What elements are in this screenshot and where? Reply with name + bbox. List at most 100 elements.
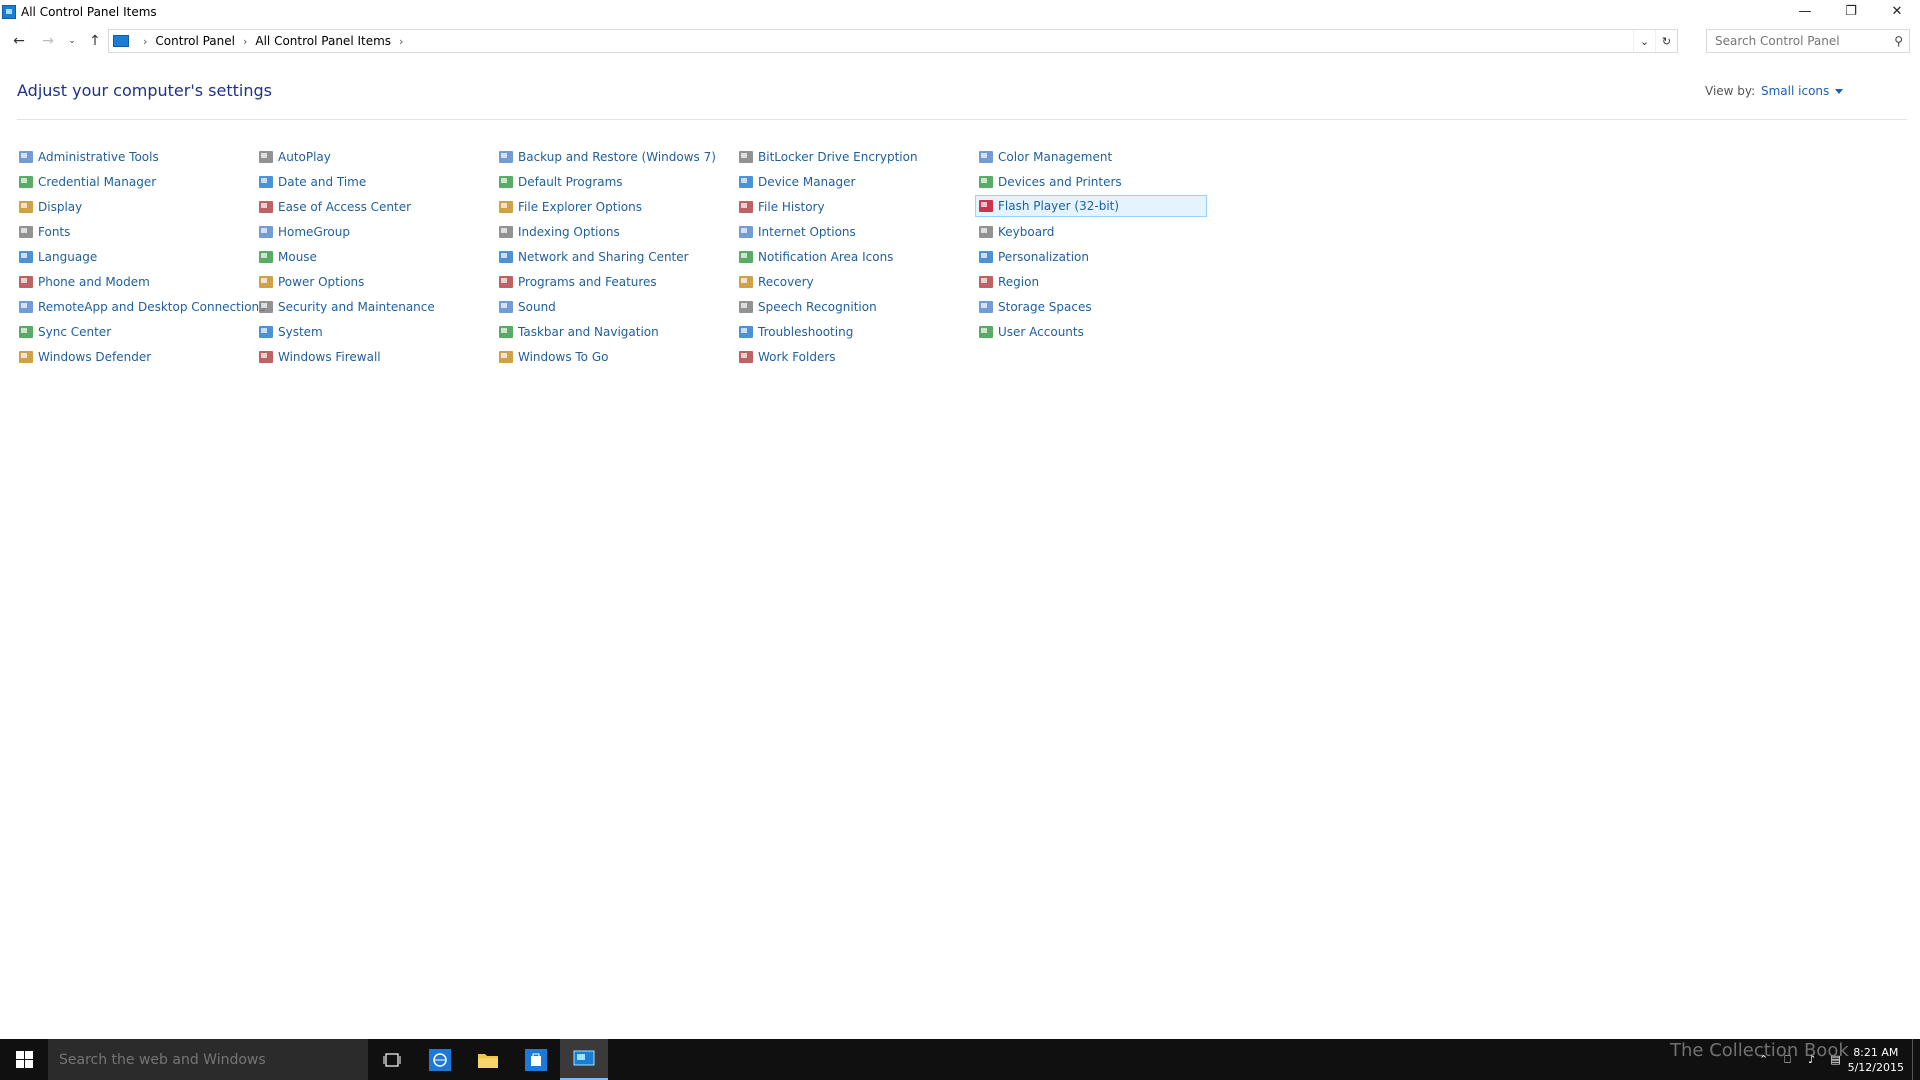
cp-item-user-accounts[interactable]: User Accounts (976, 321, 1084, 343)
language-icon (18, 249, 34, 265)
cp-item-troubleshooting[interactable]: Troubleshooting (736, 321, 853, 343)
cp-item-label: File Explorer Options (518, 200, 642, 214)
recent-locations-button[interactable]: ⌄ (62, 31, 82, 51)
breadcrumb-control-panel[interactable]: Control Panel (155, 34, 235, 48)
cp-item-label: Notification Area Icons (758, 250, 894, 264)
cp-item-taskbar-and-navigation[interactable]: Taskbar and Navigation (496, 321, 659, 343)
cp-item-color-management[interactable]: Color Management (976, 146, 1112, 168)
indexing-options-icon (498, 224, 514, 240)
power-options-icon (258, 274, 274, 290)
cp-item-administrative-tools[interactable]: Administrative Tools (16, 146, 159, 168)
cp-item-speech-recognition[interactable]: Speech Recognition (736, 296, 877, 318)
cp-item-label: Color Management (998, 150, 1113, 164)
sound-icon (498, 299, 514, 315)
cp-item-label: Internet Options (758, 225, 856, 239)
search-input[interactable] (1715, 34, 1885, 48)
cp-item-language[interactable]: Language (16, 246, 97, 268)
cp-item-recovery[interactable]: Recovery (736, 271, 814, 293)
cp-item-label: HomeGroup (278, 225, 350, 239)
cp-item-fonts[interactable]: Fonts (16, 221, 70, 243)
cp-item-power-options[interactable]: Power Options (256, 271, 364, 293)
cp-item-personalization[interactable]: Personalization (976, 246, 1089, 268)
cp-item-autoplay[interactable]: AutoPlay (256, 146, 331, 168)
cp-item-windows-firewall[interactable]: Windows Firewall (256, 346, 381, 368)
taskbar-search[interactable] (48, 1039, 368, 1080)
cp-item-devices-and-printers[interactable]: Devices and Printers (976, 171, 1122, 193)
cp-item-label: Power Options (278, 275, 365, 289)
cp-item-programs-and-features[interactable]: Programs and Features (496, 271, 657, 293)
task-view-button[interactable] (368, 1039, 416, 1080)
region-icon (978, 274, 994, 290)
search-icon[interactable]: ⚲ (1894, 34, 1903, 48)
cp-item-phone-and-modem[interactable]: Phone and Modem (16, 271, 150, 293)
cp-item-display[interactable]: Display (16, 196, 82, 218)
breadcrumb-all-items[interactable]: All Control Panel Items (255, 34, 391, 48)
cp-item-device-manager[interactable]: Device Manager (736, 171, 855, 193)
restore-icon: ❐ (1845, 3, 1857, 19)
forward-button[interactable]: → (38, 31, 58, 51)
restore-button[interactable]: ❐ (1828, 0, 1874, 22)
taskbar-app-file-explorer[interactable] (464, 1039, 512, 1080)
cp-item-storage-spaces[interactable]: Storage Spaces (976, 296, 1092, 318)
address-bar-actions: ⌄ ↻ (1633, 30, 1677, 52)
cp-item-label: Network and Sharing Center (518, 250, 689, 264)
breadcrumb-separator-icon[interactable]: › (243, 35, 247, 48)
taskbar-app-store[interactable] (512, 1039, 560, 1080)
cp-item-label: Mouse (278, 250, 317, 264)
cp-item-system[interactable]: System (256, 321, 323, 343)
cp-item-region[interactable]: Region (976, 271, 1039, 293)
cp-item-network-and-sharing-center[interactable]: Network and Sharing Center (496, 246, 689, 268)
title-bar: All Control Panel Items — ❐ ✕ (0, 0, 1920, 24)
cp-item-backup-and-restore-windows-7[interactable]: Backup and Restore (Windows 7) (496, 146, 716, 168)
cp-item-remoteapp-and-desktop-connections[interactable]: RemoteApp and Desktop Connections (16, 296, 265, 318)
show-desktop-button[interactable] (1912, 1039, 1920, 1080)
close-icon: ✕ (1891, 3, 1903, 19)
cp-item-windows-defender[interactable]: Windows Defender (16, 346, 151, 368)
page-title: Adjust your computer's settings (17, 81, 272, 100)
phone-and-modem-icon (18, 274, 34, 290)
cp-item-security-and-maintenance[interactable]: Security and Maintenance (256, 296, 435, 318)
cp-item-mouse[interactable]: Mouse (256, 246, 317, 268)
taskbar: ⌃ ⎕ ♪ ▤ 8:21 AM 5/12/2015 (0, 1039, 1920, 1080)
cp-item-date-and-time[interactable]: Date and Time (256, 171, 366, 193)
view-by-dropdown[interactable]: Small icons (1761, 84, 1844, 98)
close-button[interactable]: ✕ (1874, 0, 1920, 22)
taskbar-app-control-panel[interactable] (560, 1039, 608, 1080)
breadcrumb-separator-icon[interactable]: › (143, 35, 147, 48)
cp-item-indexing-options[interactable]: Indexing Options (496, 221, 620, 243)
default-programs-icon (498, 174, 514, 190)
start-button[interactable] (0, 1039, 48, 1080)
cp-item-default-programs[interactable]: Default Programs (496, 171, 623, 193)
address-bar[interactable]: › Control Panel › All Control Panel Item… (108, 29, 1678, 53)
sync-center-icon (18, 324, 34, 340)
cp-item-file-explorer-options[interactable]: File Explorer Options (496, 196, 642, 218)
taskbar-search-input[interactable] (59, 1051, 359, 1068)
up-button[interactable]: ↑ (85, 31, 105, 51)
cp-item-sound[interactable]: Sound (496, 296, 556, 318)
cp-item-label: Windows To Go (518, 350, 609, 364)
personalization-icon (978, 249, 994, 265)
cp-item-credential-manager[interactable]: Credential Manager (16, 171, 156, 193)
refresh-button[interactable]: ↻ (1655, 30, 1677, 52)
cp-item-homegroup[interactable]: HomeGroup (256, 221, 350, 243)
clock[interactable]: 8:21 AM 5/12/2015 (1848, 1045, 1904, 1075)
taskbar-app-browser[interactable] (416, 1039, 464, 1080)
refresh-icon: ↻ (1661, 34, 1672, 48)
cp-item-windows-to-go[interactable]: Windows To Go (496, 346, 608, 368)
cp-item-ease-of-access-center[interactable]: Ease of Access Center (256, 196, 411, 218)
minimize-button[interactable]: — (1782, 0, 1828, 22)
cp-item-file-history[interactable]: File History (736, 196, 825, 218)
address-dropdown-button[interactable]: ⌄ (1633, 30, 1655, 52)
taskbar-and-navigation-icon (498, 324, 514, 340)
cp-item-sync-center[interactable]: Sync Center (16, 321, 111, 343)
breadcrumb-separator-icon[interactable]: › (399, 35, 403, 48)
cp-item-bitlocker-drive-encryption[interactable]: BitLocker Drive Encryption (736, 146, 918, 168)
cp-item-work-folders[interactable]: Work Folders (736, 346, 836, 368)
cp-item-internet-options[interactable]: Internet Options (736, 221, 856, 243)
cp-item-notification-area-icons[interactable]: Notification Area Icons (736, 246, 893, 268)
cp-item-keyboard[interactable]: Keyboard (976, 221, 1054, 243)
cp-item-flash-player-32-bit[interactable]: Flash Player (32-bit) (975, 195, 1207, 217)
search-box[interactable]: ⚲ (1706, 29, 1910, 53)
recovery-icon (738, 274, 754, 290)
back-button[interactable]: ← (9, 31, 29, 51)
